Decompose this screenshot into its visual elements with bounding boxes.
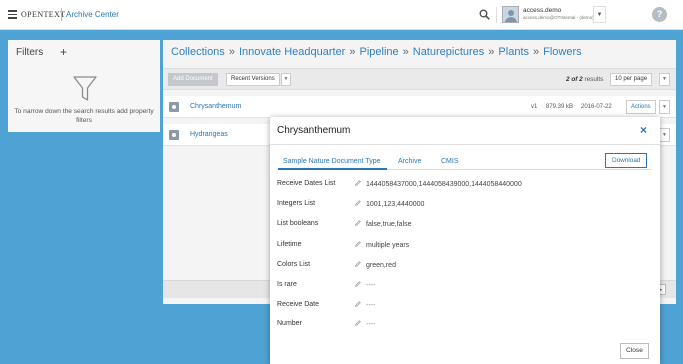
- filters-empty-message: To narrow down the search results add pr…: [14, 108, 154, 124]
- breadcrumb-flowers[interactable]: Flowers: [543, 46, 582, 58]
- active-tab-indicator: [278, 168, 387, 170]
- pencil-icon[interactable]: [355, 180, 361, 186]
- property-label: Receive Dates List: [277, 180, 336, 187]
- breadcrumb-plants[interactable]: Plants: [498, 46, 529, 58]
- dialog-divider: [270, 144, 660, 145]
- user-email: access.demo@OTInternal - (demo): [523, 15, 594, 20]
- property-value[interactable]: 1001,123,4440000: [355, 200, 424, 208]
- breadcrumb-innovate-headquarter[interactable]: Innovate Headquarter: [239, 46, 345, 58]
- property-label: List booleans: [277, 220, 319, 227]
- document-size: 879.39 kB: [546, 104, 574, 110]
- property-value[interactable]: ----: [355, 301, 375, 309]
- property-value-text: ----: [366, 321, 376, 328]
- breadcrumb: Collections» Innovate Headquarter» Pipelin…: [171, 46, 582, 58]
- results-count-value: 2 of 2: [566, 76, 583, 83]
- actions-chevron-down-icon[interactable]: ▼: [659, 128, 670, 142]
- tab-archive[interactable]: Archive: [398, 158, 421, 165]
- user-menu-chevron-down-icon[interactable]: ▼: [593, 6, 606, 23]
- property-label: Lifetime: [277, 241, 302, 248]
- close-button[interactable]: Close: [620, 343, 649, 359]
- property-label: Integers List: [277, 200, 316, 207]
- per-page-chevron-down-icon[interactable]: ▼: [659, 73, 670, 86]
- property-label: Number: [277, 320, 302, 327]
- help-icon[interactable]: ?: [652, 7, 667, 22]
- property-value-text: 1444058437000,1444058439000,144405844000…: [366, 181, 522, 188]
- breadcrumb-naturepictures[interactable]: Naturepictures: [413, 46, 485, 58]
- avatar[interactable]: [502, 6, 519, 23]
- search-icon[interactable]: [479, 9, 490, 20]
- property-value-text: ----: [366, 282, 376, 289]
- property-value[interactable]: ----: [355, 320, 375, 328]
- hamburger-icon[interactable]: [8, 10, 17, 19]
- pencil-icon[interactable]: [355, 220, 361, 226]
- property-value[interactable]: 1444058437000,1444058439000,144405844000…: [355, 180, 522, 188]
- funnel-icon: [73, 76, 97, 101]
- property-value[interactable]: false,true,false: [355, 220, 412, 228]
- dialog-title: Chrysanthemum: [277, 125, 351, 136]
- property-value-text: green,red: [366, 262, 396, 269]
- actions-button[interactable]: Actions: [626, 100, 656, 114]
- top-bar: OPENTEXT Archive Center access.demo acce…: [0, 0, 683, 30]
- property-value-text: ----: [366, 302, 376, 309]
- results-toolbar: Add Document Recent Versions ▼ 2 of 2 re…: [163, 68, 676, 90]
- results-count-suffix: results: [582, 76, 604, 83]
- document-date: 2016-07-22: [581, 104, 612, 110]
- breadcrumb-separator: »: [402, 46, 409, 58]
- per-page-select[interactable]: 10 per page: [610, 73, 653, 86]
- property-value-text: multiple years: [366, 242, 410, 249]
- pencil-icon[interactable]: [355, 301, 361, 307]
- tab-cmis[interactable]: CMIS: [441, 158, 459, 165]
- breadcrumb-pipeline[interactable]: Pipeline: [359, 46, 398, 58]
- add-filter-button[interactable]: +: [60, 45, 67, 59]
- property-value-text: 1001,123,4440000: [366, 201, 425, 208]
- breadcrumb-separator: »: [488, 46, 495, 58]
- close-icon[interactable]: ×: [640, 123, 647, 137]
- user-name[interactable]: access.demo: [523, 7, 561, 14]
- image-document-icon: [169, 102, 179, 112]
- property-value[interactable]: green,red: [355, 261, 396, 269]
- document-version: v1: [531, 104, 538, 110]
- property-value[interactable]: ----: [355, 281, 375, 289]
- pencil-icon[interactable]: [355, 200, 361, 206]
- add-document-button[interactable]: Add Document: [168, 73, 218, 86]
- recent-versions-chevron-down-icon[interactable]: ▼: [281, 73, 291, 86]
- recent-versions-select[interactable]: Recent Versions: [226, 73, 280, 86]
- filters-panel: Filters + To narrow down the search resu…: [8, 40, 160, 132]
- table-row[interactable]: Chrysanthemum v1 879.39 kB 2016-07-22 Ac…: [163, 96, 676, 118]
- pencil-icon[interactable]: [355, 281, 361, 287]
- document-name[interactable]: Chrysanthemum: [190, 103, 241, 110]
- results-count: 2 of 2 results: [566, 76, 603, 83]
- toolbar-divider: [496, 7, 497, 23]
- brand-divider: [61, 8, 62, 21]
- app-name[interactable]: Archive Center: [66, 10, 119, 19]
- pencil-icon[interactable]: [355, 261, 361, 267]
- property-label: Receive Date: [277, 301, 320, 308]
- property-label: Colors List: [277, 261, 311, 268]
- brand-logo: OPENTEXT: [21, 10, 66, 19]
- document-properties-dialog: Chrysanthemum × Sample Nature Document T…: [270, 117, 660, 364]
- pencil-icon[interactable]: [355, 320, 361, 326]
- property-value-text: false,true,false: [366, 221, 412, 228]
- breadcrumb-separator: »: [228, 46, 235, 58]
- property-value[interactable]: multiple years: [355, 241, 409, 249]
- breadcrumb-collections[interactable]: Collections: [171, 46, 225, 58]
- tab-sample-nature-document-type[interactable]: Sample Nature Document Type: [283, 158, 381, 165]
- image-document-icon: [169, 130, 179, 140]
- filters-title: Filters: [16, 47, 44, 58]
- download-button[interactable]: Download: [605, 153, 648, 168]
- document-name[interactable]: Hydrangeas: [190, 131, 228, 138]
- breadcrumb-separator: »: [533, 46, 540, 58]
- property-label: Is rare: [277, 281, 297, 288]
- pencil-icon[interactable]: [355, 241, 361, 247]
- actions-chevron-down-icon[interactable]: ▼: [659, 100, 670, 114]
- breadcrumb-separator: »: [349, 46, 356, 58]
